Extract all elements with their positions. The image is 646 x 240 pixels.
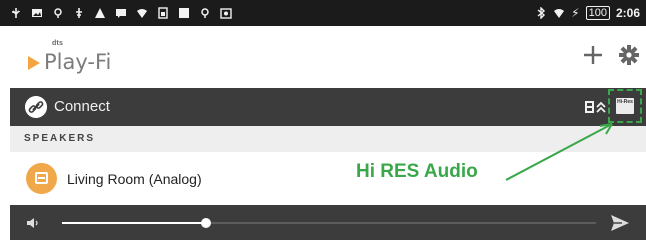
usb-icon bbox=[12, 8, 20, 18]
wifi-icon bbox=[137, 9, 147, 18]
link-icon bbox=[25, 96, 47, 118]
status-bar: ⚡ 100 2:06 bbox=[0, 0, 646, 26]
speaker-device-icon bbox=[35, 172, 48, 184]
warning-icon bbox=[95, 8, 105, 18]
hires-audio-icon: Hi-Res bbox=[616, 98, 634, 114]
hires-audio-button[interactable]: Hi-Res bbox=[608, 89, 642, 123]
send-icon[interactable] bbox=[610, 214, 630, 232]
volume-slider-thumb[interactable] bbox=[201, 218, 212, 228]
logo-text: Play-Fi bbox=[44, 50, 112, 74]
gear-icon bbox=[619, 45, 639, 65]
app-header: dts Play-Fi bbox=[0, 26, 646, 88]
volume-icon[interactable] bbox=[26, 217, 40, 229]
settings-button[interactable] bbox=[614, 40, 644, 70]
battery-level: 100 bbox=[585, 6, 610, 20]
volume-slider-fill bbox=[62, 222, 207, 224]
sim-icon bbox=[158, 7, 168, 19]
speaker-item[interactable]: Living Room (Analog) bbox=[10, 152, 646, 205]
volume-slider[interactable] bbox=[62, 218, 596, 228]
add-button[interactable] bbox=[578, 40, 608, 70]
stop-icon bbox=[179, 8, 189, 18]
speaker-icon bbox=[26, 163, 57, 194]
speakers-section-header: SPEAKERS bbox=[10, 126, 646, 152]
logo-arrow-icon bbox=[28, 56, 40, 70]
connect-label: Connect bbox=[54, 98, 110, 115]
message-icon bbox=[116, 9, 126, 18]
status-right: ⚡ 100 2:06 bbox=[535, 0, 640, 26]
speakers-label: SPEAKERS bbox=[24, 133, 96, 144]
volume-bar bbox=[10, 205, 646, 240]
bluetooth-icon bbox=[537, 7, 546, 19]
wifi-signal-icon bbox=[554, 9, 565, 18]
location-icon bbox=[201, 8, 209, 18]
usb-debug-icon bbox=[76, 8, 82, 18]
speaker-name: Living Room (Analog) bbox=[67, 171, 202, 187]
charging-icon: ⚡ bbox=[571, 6, 580, 20]
logo-brand: dts bbox=[52, 40, 64, 47]
plus-icon bbox=[584, 46, 602, 64]
location-icon bbox=[54, 8, 62, 18]
connect-bar[interactable]: Connect Hi-Res bbox=[10, 88, 646, 126]
hires-callout-label: Hi RES Audio bbox=[356, 161, 478, 182]
status-icons bbox=[10, 0, 232, 26]
expand-speakers-button[interactable] bbox=[584, 98, 608, 116]
image-icon bbox=[32, 9, 42, 17]
photo-icon bbox=[220, 8, 232, 19]
hires-badge-text: Hi-Res bbox=[617, 99, 633, 105]
status-time: 2:06 bbox=[615, 6, 640, 20]
